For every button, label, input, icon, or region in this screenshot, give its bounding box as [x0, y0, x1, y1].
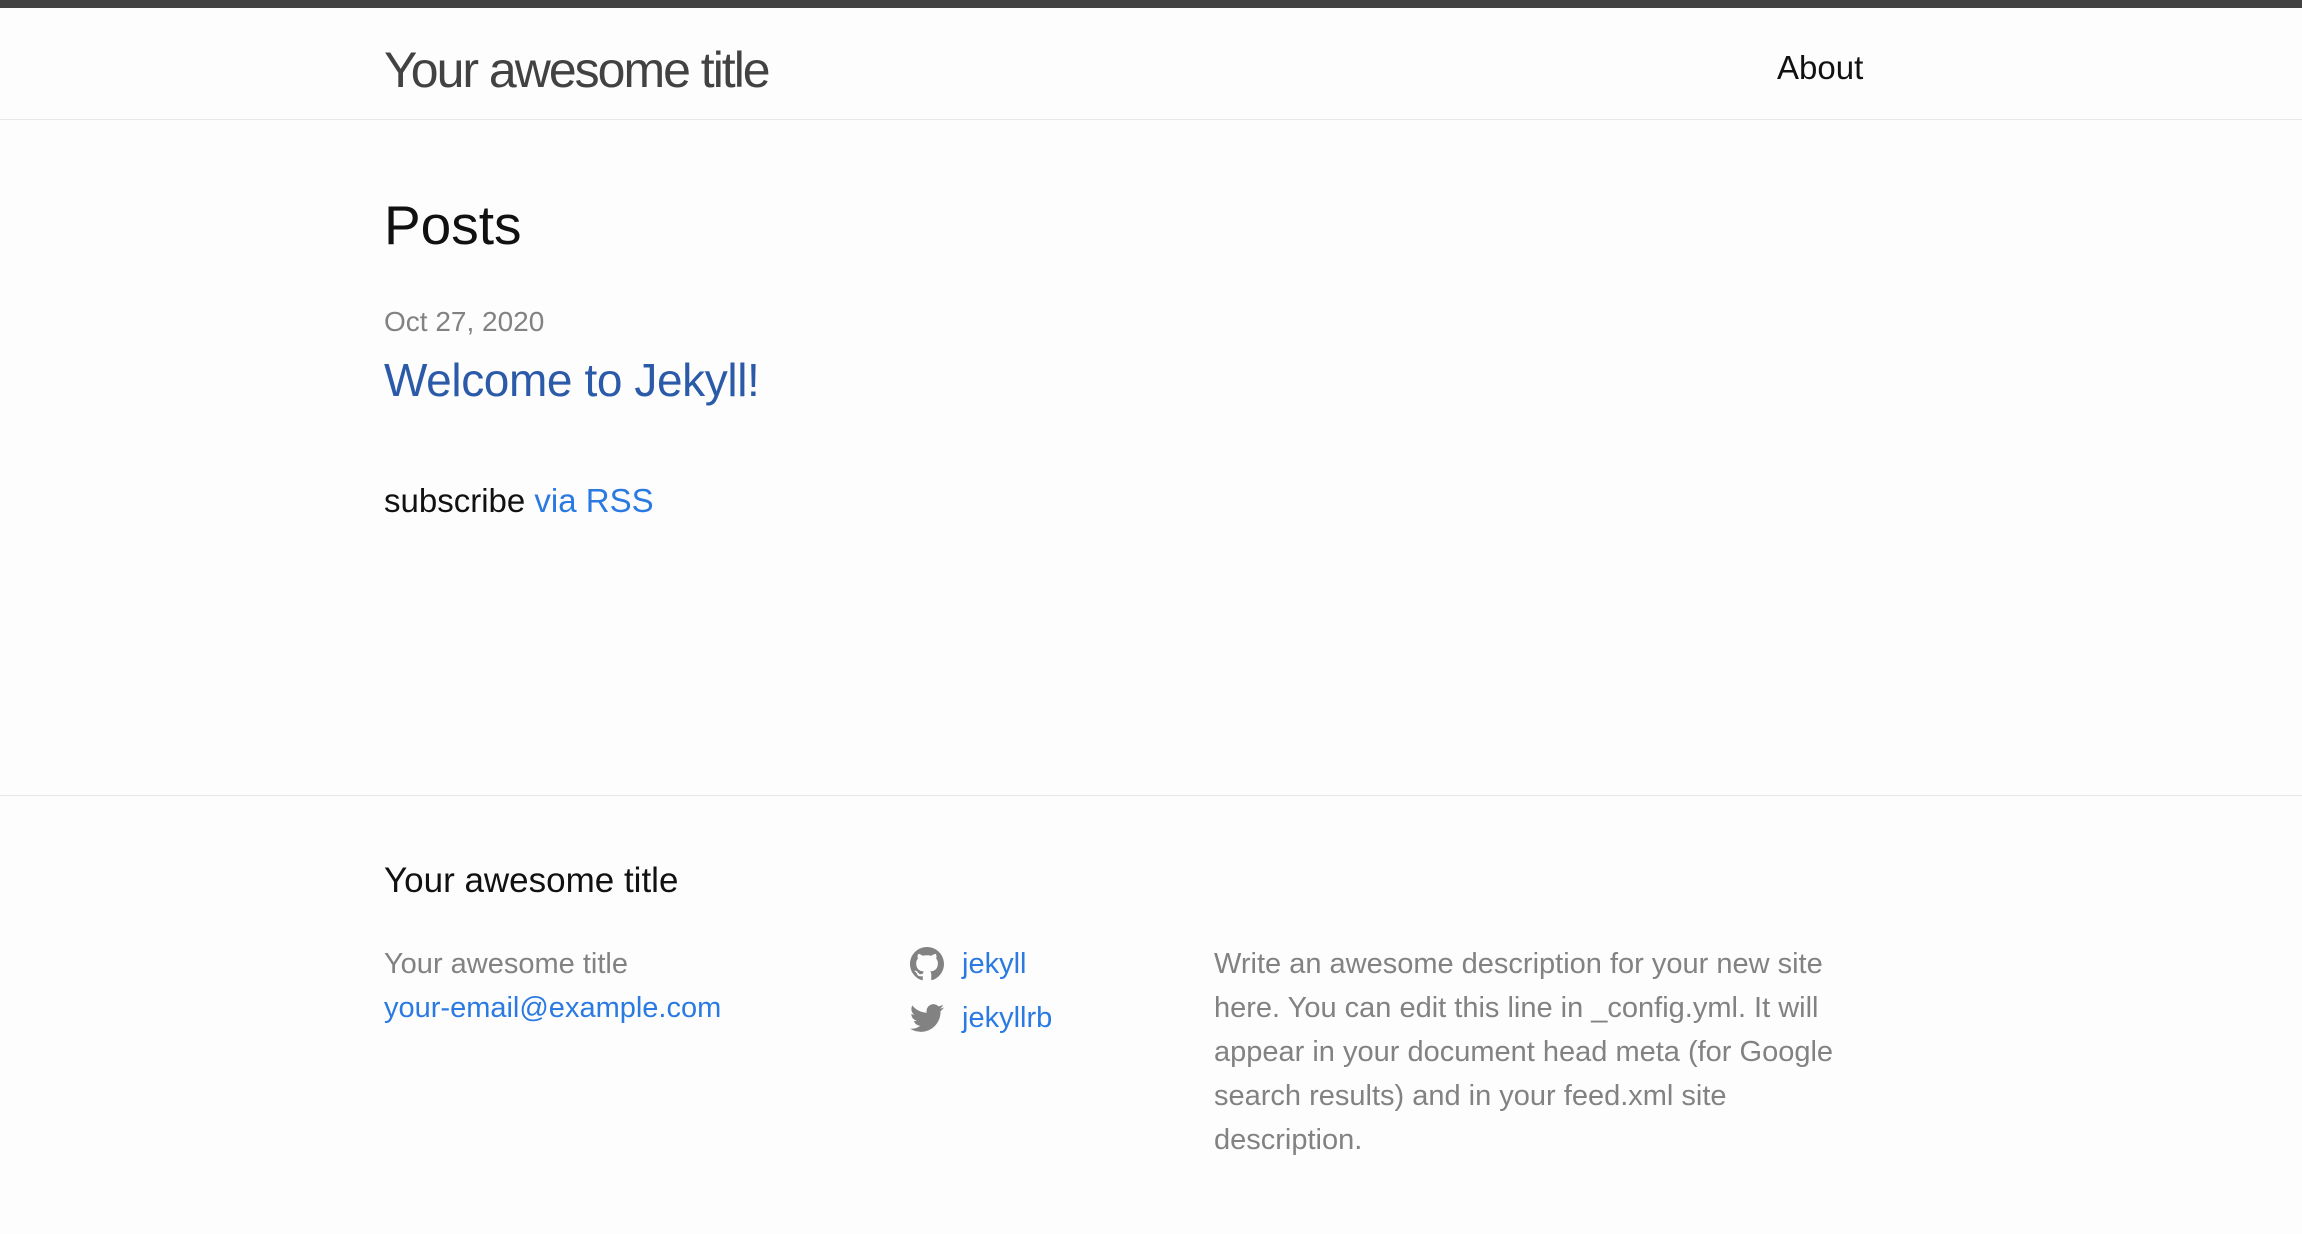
social-item-twitter[interactable]: jekyllrb: [910, 996, 1052, 1040]
site-header: Your awesome title About: [0, 0, 2302, 120]
social-item-github[interactable]: jekyll: [910, 942, 1052, 986]
twitter-icon: [910, 1001, 944, 1035]
footer-description: Write an awesome description for your ne…: [1214, 948, 1834, 1156]
footer-email-link[interactable]: your-email@example.com: [384, 986, 721, 1030]
footer-social-list: jekyll jekyllrb: [910, 942, 1052, 1050]
subscribe-line: subscribe via RSS: [384, 478, 654, 524]
rss-link[interactable]: via RSS: [534, 482, 653, 519]
post-date: Oct 27, 2020: [384, 306, 545, 337]
site-footer: Your awesome title Your awesome title yo…: [0, 795, 2302, 1234]
footer-heading: Your awesome title: [384, 861, 679, 900]
nav-link-about[interactable]: About: [1777, 46, 1863, 90]
page-heading: Posts: [384, 194, 522, 256]
footer-contact-list: Your awesome title your-email@example.co…: [384, 942, 721, 1030]
github-icon: [910, 947, 944, 981]
site-title-link[interactable]: Your awesome title: [384, 38, 771, 102]
post-title-link[interactable]: Welcome to Jekyll!: [384, 349, 760, 411]
social-label-github[interactable]: jekyll: [962, 942, 1026, 986]
social-label-twitter[interactable]: jekyllrb: [962, 996, 1052, 1040]
subscribe-label: subscribe: [384, 482, 526, 519]
footer-author-name: Your awesome title: [384, 948, 628, 980]
